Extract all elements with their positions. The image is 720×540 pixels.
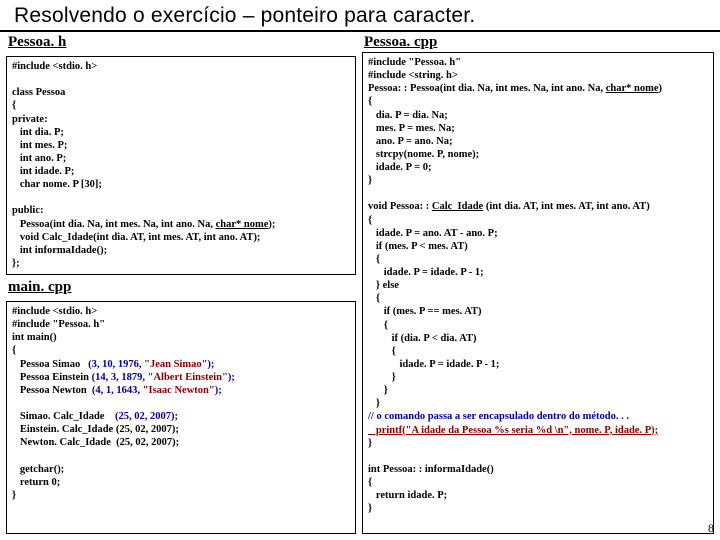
code-pessoa-h: #include <stdio. h> class Pessoa { priva… <box>6 56 356 275</box>
label-pessoa-cpp: Pessoa. cpp <box>362 34 714 52</box>
content-columns: Pessoa. h #include <stdio. h> class Pess… <box>0 32 720 538</box>
label-pessoa-h: Pessoa. h <box>6 34 356 52</box>
code-main-cpp: #include <stdio. h> #include "Pessoa. h"… <box>6 301 356 534</box>
label-main-cpp: main. cpp <box>6 279 356 297</box>
code-pessoa-cpp: #include "Pessoa. h" #include <string. h… <box>362 52 714 534</box>
slide-title: Resolvendo o exercício – ponteiro para c… <box>0 0 720 32</box>
right-column: Pessoa. cpp #include "Pessoa. h" #includ… <box>360 32 720 538</box>
page-number: 8 <box>708 521 714 536</box>
left-column: Pessoa. h #include <stdio. h> class Pess… <box>0 32 360 538</box>
